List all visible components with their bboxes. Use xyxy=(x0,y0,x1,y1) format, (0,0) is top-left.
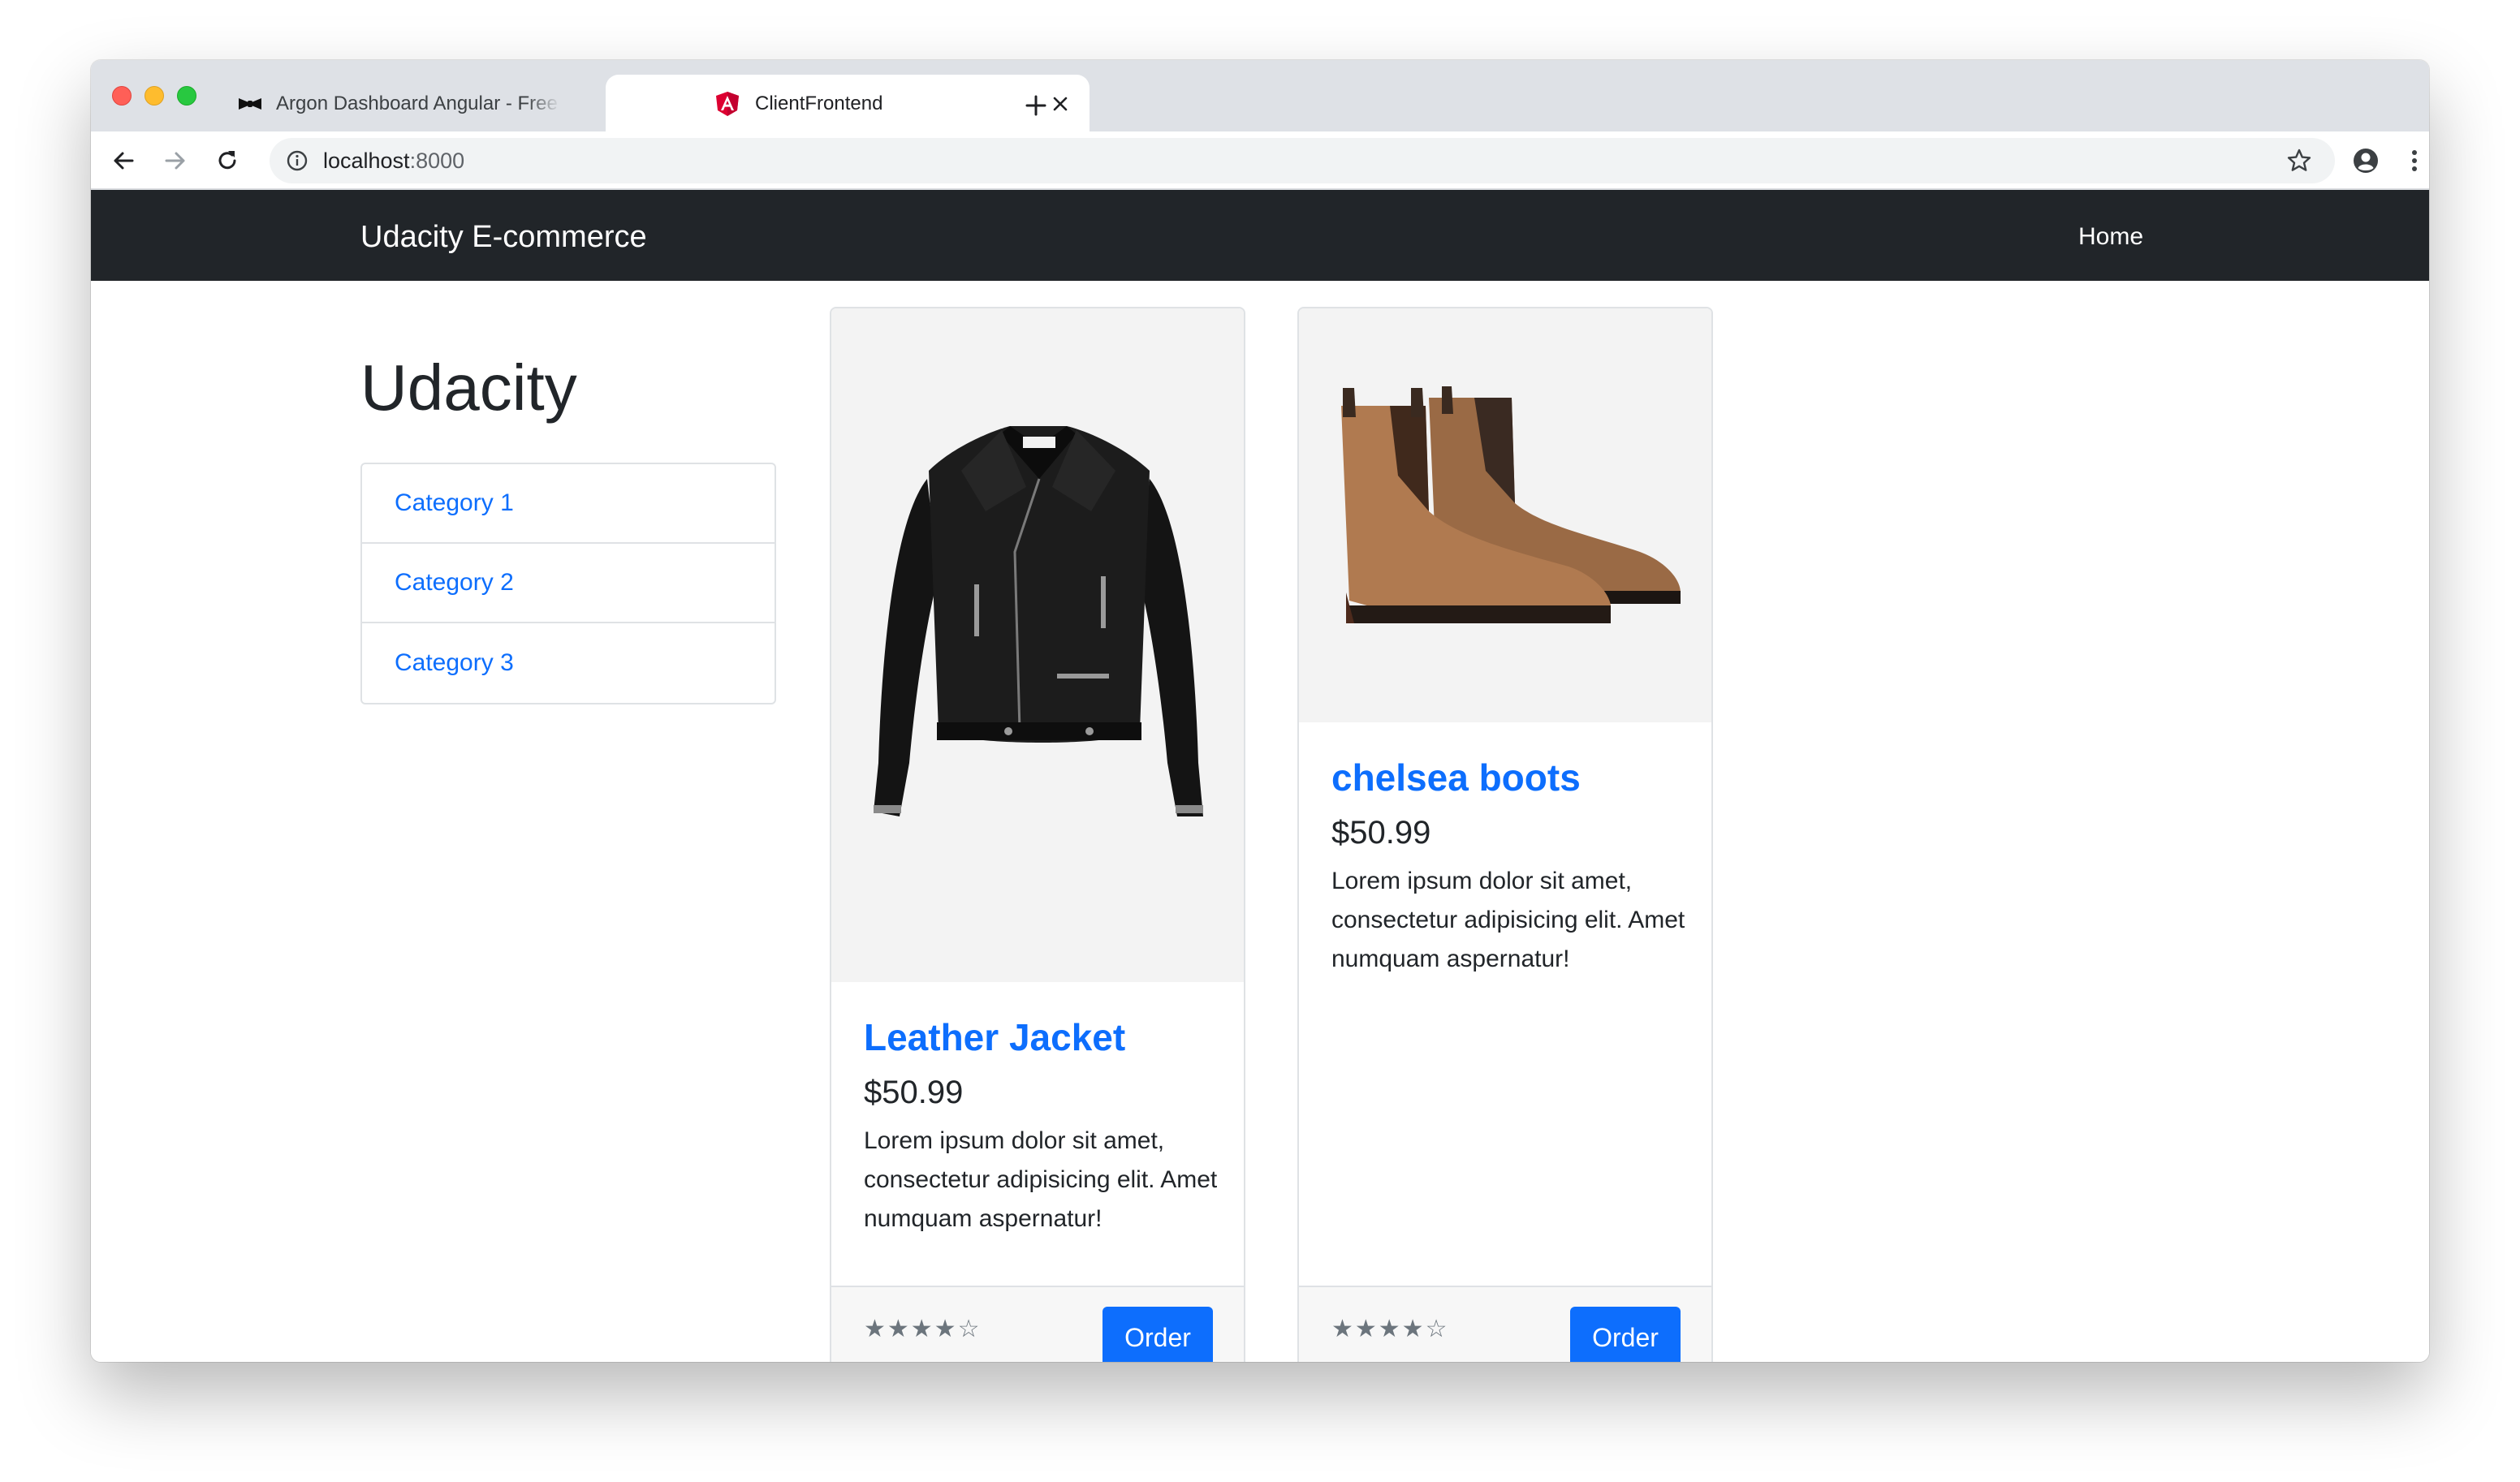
maximize-window-button[interactable] xyxy=(177,86,196,106)
navbar-brand[interactable]: Udacity E-commerce xyxy=(360,219,647,255)
product-card-footer: ★★★★☆ Order xyxy=(1299,1286,1711,1362)
product-card: Leather Jacket $50.99 Lorem ipsum dolor … xyxy=(830,307,1245,1362)
minimize-window-button[interactable] xyxy=(145,86,164,106)
tab-client-frontend[interactable]: ClientFrontend xyxy=(606,75,1090,131)
product-card-footer: ★★★★☆ Order xyxy=(831,1286,1244,1362)
product-image-container xyxy=(831,308,1244,982)
info-icon[interactable] xyxy=(286,149,309,172)
site-navbar: Udacity E-commerce Home xyxy=(91,190,2429,281)
category-link-1[interactable]: Category 1 xyxy=(362,464,775,544)
product-card: chelsea boots $50.99 Lorem ipsum dolor s… xyxy=(1297,307,1713,1362)
reload-icon[interactable] xyxy=(213,146,242,175)
product-image-container xyxy=(1299,308,1711,722)
product-card-body: chelsea boots $50.99 Lorem ipsum dolor s… xyxy=(1331,755,1689,979)
browser-toolbar: localhost:8000 xyxy=(91,131,2429,190)
page-title: Udacity xyxy=(360,351,577,424)
angular-logo-icon xyxy=(716,92,739,116)
tab-strip: Argon Dashboard Angular - Free ClientFro… xyxy=(91,60,2429,131)
nav-link-home[interactable]: Home xyxy=(2078,222,2143,252)
close-icon[interactable] xyxy=(1051,94,1070,114)
category-link-2[interactable]: Category 2 xyxy=(362,544,775,623)
category-link-3[interactable]: Category 3 xyxy=(362,623,775,703)
category-list: Category 1 Category 2 Category 3 xyxy=(360,463,776,704)
tab-title: ClientFrontend xyxy=(755,93,883,114)
main-content: Udacity Category 1 Category 2 Category 3 xyxy=(91,281,2429,1362)
back-arrow-icon[interactable] xyxy=(109,146,138,175)
product-price: $50.99 xyxy=(1331,815,1431,851)
product-description: Lorem ipsum dolor sit amet, consectetur … xyxy=(1331,868,1685,972)
order-button[interactable]: Order xyxy=(1570,1307,1681,1362)
chelsea-boots-image[interactable] xyxy=(1299,308,1713,722)
star-rating: ★★★★☆ xyxy=(1331,1316,1449,1342)
star-bookmark-icon[interactable] xyxy=(2286,148,2312,174)
address-bar[interactable]: localhost:8000 xyxy=(270,138,2335,183)
more-menu-icon[interactable] xyxy=(2400,146,2429,175)
close-window-button[interactable] xyxy=(112,86,132,106)
tab-title: Argon Dashboard Angular - Free xyxy=(276,93,558,114)
url-text: localhost:8000 xyxy=(323,148,464,174)
profile-icon[interactable] xyxy=(2351,146,2380,175)
browser-window: Argon Dashboard Angular - Free ClientFro… xyxy=(91,60,2429,1362)
product-card-body: Leather Jacket $50.99 Lorem ipsum dolor … xyxy=(864,1015,1221,1239)
new-tab-icon[interactable] xyxy=(1023,93,1049,118)
leather-jacket-image[interactable] xyxy=(831,308,1245,982)
order-button[interactable]: Order xyxy=(1102,1307,1213,1362)
url-host: localhost xyxy=(323,149,410,173)
product-title-link[interactable]: chelsea boots xyxy=(1331,756,1581,799)
star-rating: ★★★★☆ xyxy=(864,1316,982,1342)
product-title-link[interactable]: Leather Jacket xyxy=(864,1016,1125,1058)
bowtie-icon xyxy=(239,98,261,110)
screen: Argon Dashboard Angular - Free ClientFro… xyxy=(0,0,2520,1482)
forward-arrow-icon[interactable] xyxy=(161,146,190,175)
url-port: :8000 xyxy=(409,149,465,173)
product-price: $50.99 xyxy=(864,1075,964,1110)
product-description: Lorem ipsum dolor sit amet, consectetur … xyxy=(864,1127,1218,1232)
